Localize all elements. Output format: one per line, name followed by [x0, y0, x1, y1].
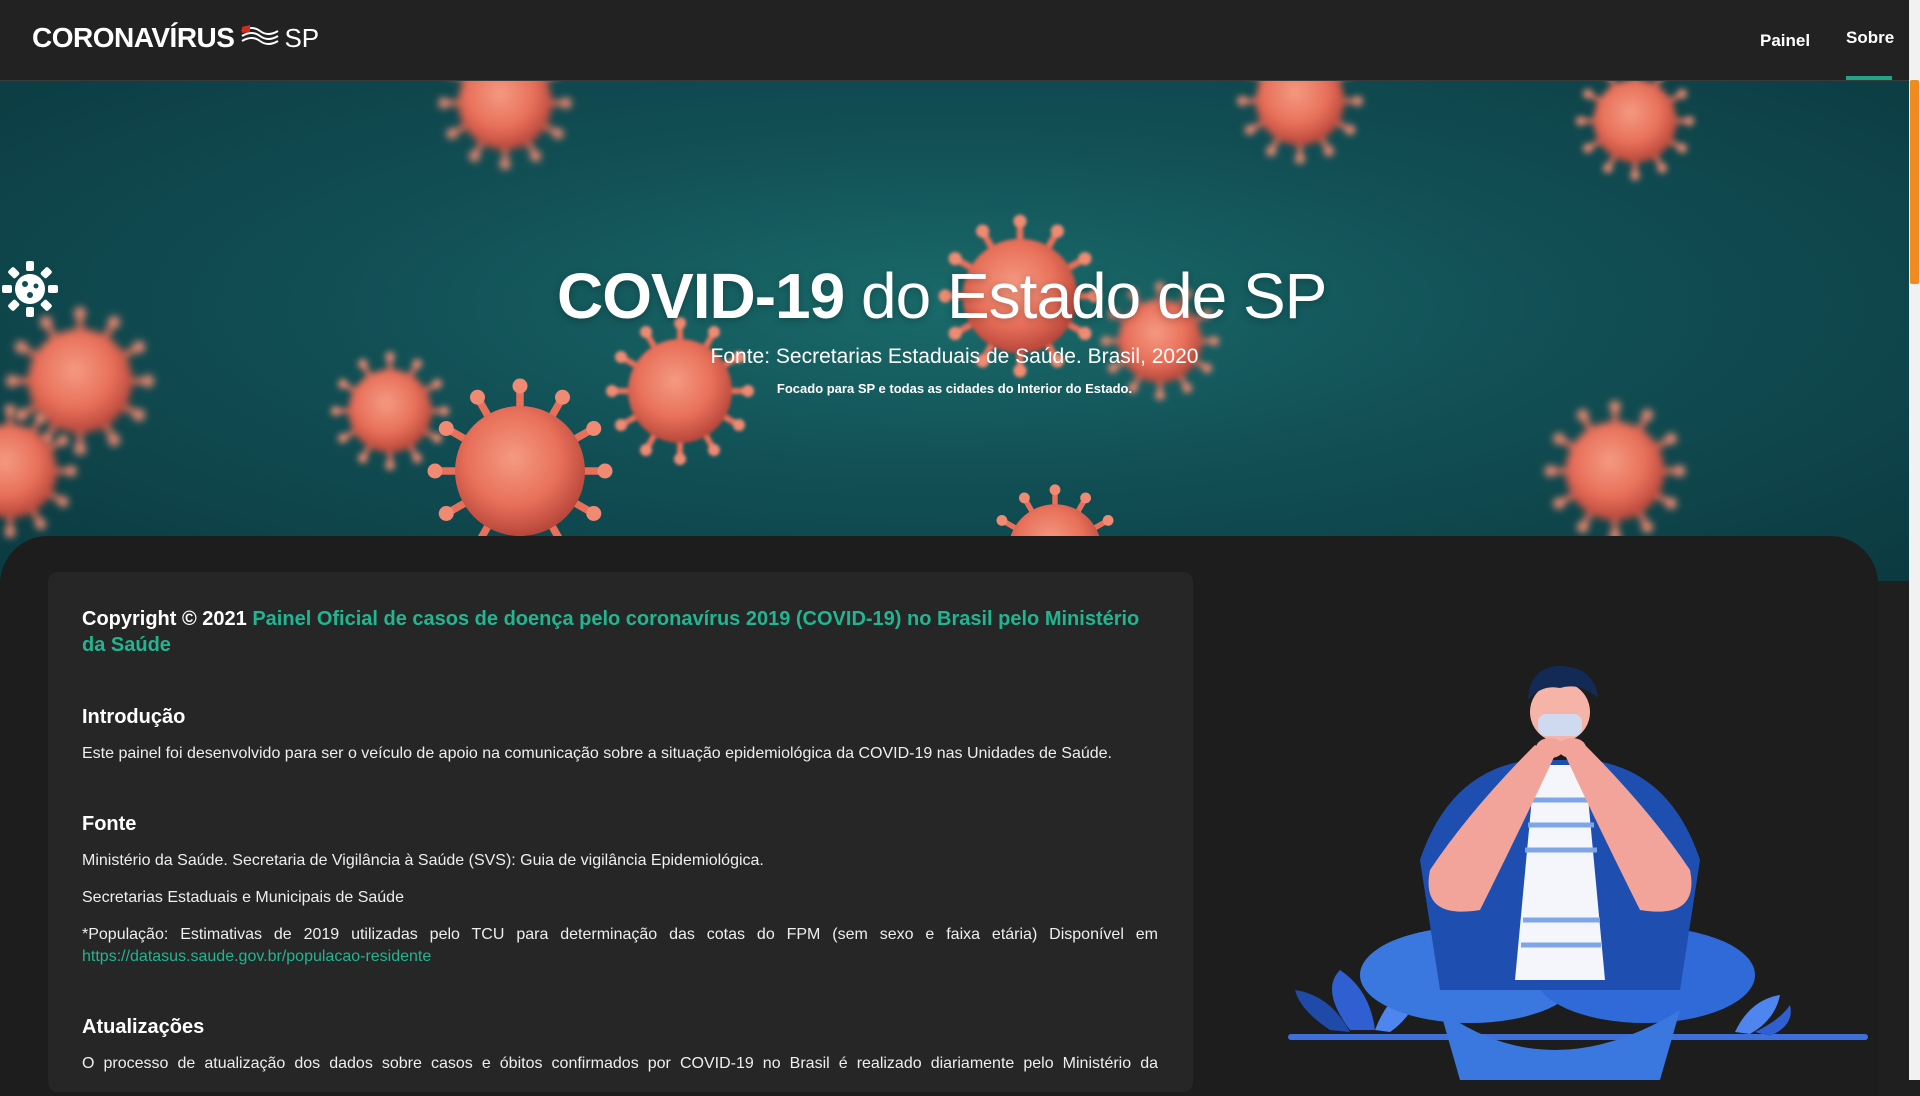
brand-suffix: SP	[284, 22, 320, 53]
section-heading-atualizacoes: Atualizações	[82, 1016, 205, 1038]
nav-item-painel[interactable]: Painel	[1760, 31, 1810, 51]
hero-subtitle: Fonte: Secretarias Estaduais de Saúde. B…	[710, 345, 1199, 368]
page-title: COVID-19 do Estado de SP	[0, 259, 1909, 333]
fonte-paragraph-3: *População: Estimativas de 2019 utilizad…	[82, 926, 1158, 943]
fonte-paragraph-1: Ministério da Saúde. Secretaria de Vigil…	[82, 852, 764, 869]
brand-logo[interactable]: CORONAVÍRUS SP	[32, 22, 319, 54]
hero-banner: COVID-19 do Estado de SP Fonte: Secretar…	[0, 81, 1909, 581]
fonte-paragraph-2: Secretarias Estaduais e Municipais de Sa…	[82, 889, 404, 906]
nav-item-sobre[interactable]: Sobre	[1846, 28, 1894, 48]
copyright-line: Copyright © 2021 Painel Oficial de casos…	[82, 606, 1158, 658]
page-title-bold: COVID-19	[557, 260, 845, 332]
page-title-rest: do Estado de SP	[861, 260, 1326, 332]
sneezing-person-illustration	[1288, 665, 1868, 1080]
hero-note: Focado para SP e todas as cidades do Int…	[776, 381, 1133, 396]
top-navbar: CORONAVÍRUS SP Painel Sobre	[0, 0, 1909, 81]
section-heading-introducao: Introdução	[82, 706, 186, 728]
page-scrollbar-thumb[interactable]	[1910, 80, 1919, 284]
atualizacoes-paragraph: O processo de atualização dos dados sobr…	[82, 1055, 1158, 1072]
brand-title: CORONAVÍRUS	[32, 22, 235, 53]
active-tab-indicator	[1846, 76, 1892, 80]
intro-paragraph: Este painel foi desenvolvido para ser o …	[82, 745, 1112, 762]
copyright-prefix: Copyright © 2021	[82, 608, 247, 630]
section-heading-fonte: Fonte	[82, 813, 137, 835]
datasus-link[interactable]: https://datasus.saude.gov.br/populacao-r…	[82, 946, 1158, 968]
sp-flag-icon	[240, 23, 280, 54]
